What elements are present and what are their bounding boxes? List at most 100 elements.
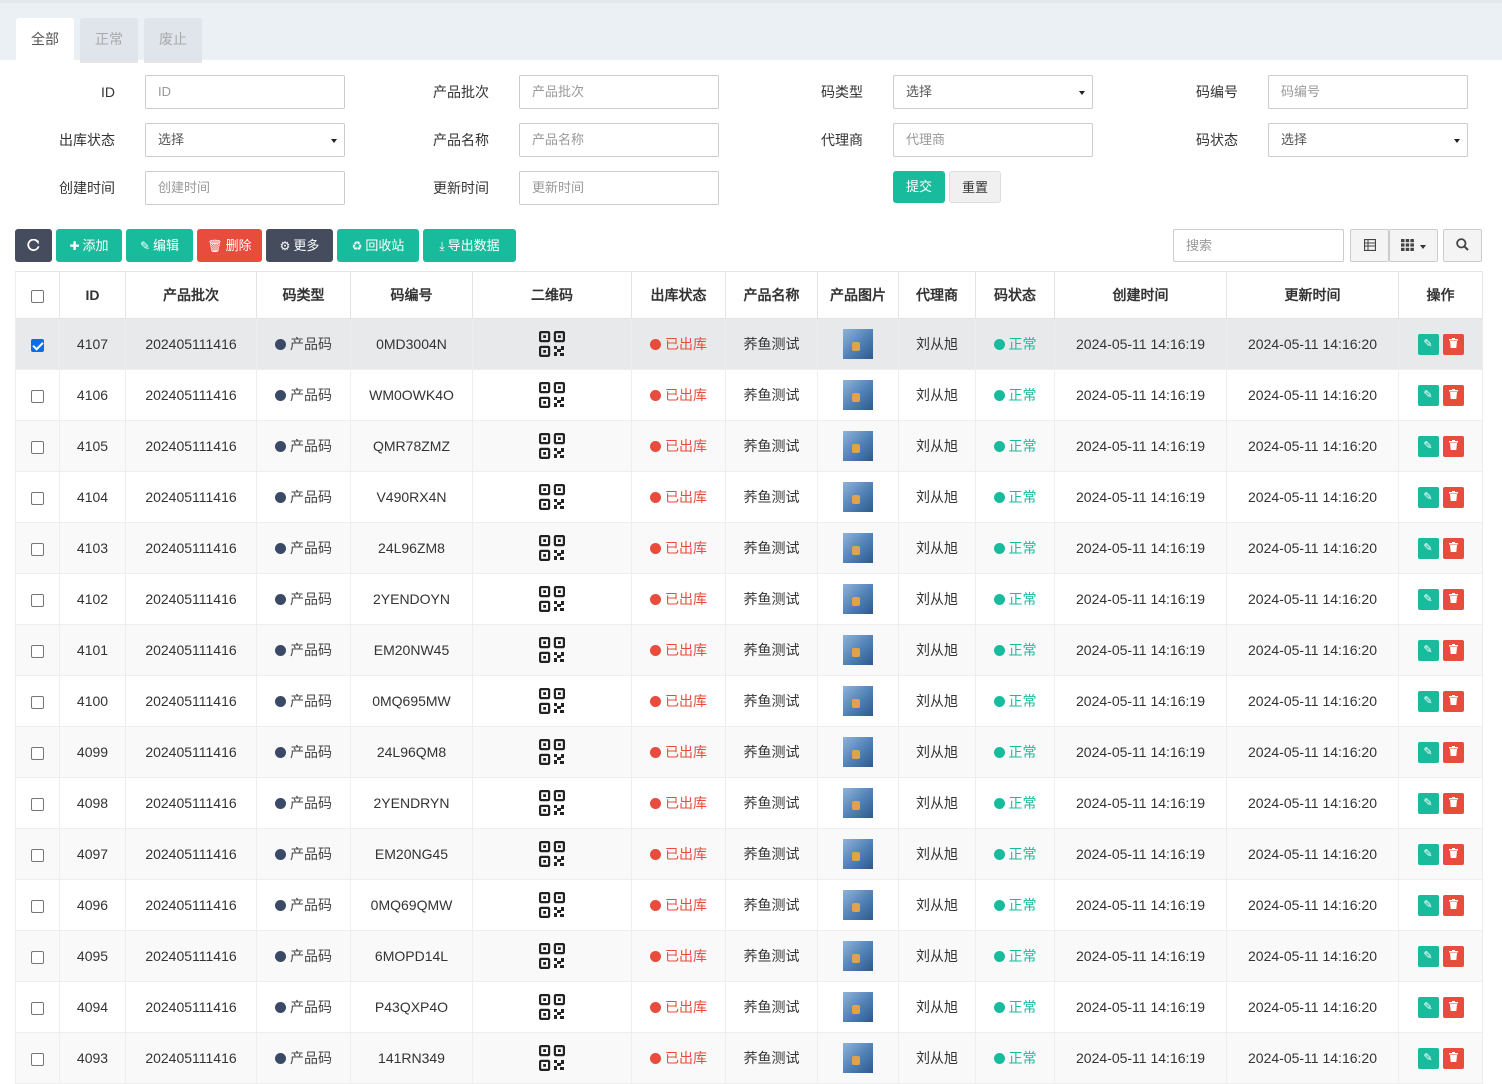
product-image-thumbnail[interactable]	[843, 380, 873, 410]
tab-abolished[interactable]: 废止	[144, 18, 202, 63]
select-all-cell[interactable]	[15, 271, 60, 319]
row-checkbox[interactable]	[31, 950, 44, 964]
col-header-agent[interactable]: 代理商	[898, 271, 976, 319]
row-select-cell[interactable]	[15, 522, 60, 574]
row-select-cell[interactable]	[15, 1032, 60, 1084]
cell-qrcode[interactable]	[472, 879, 632, 931]
table-row[interactable]: 4098 202405111416 产品码 2YENDRYN 已出库 荞鱼测试 刘从旭 正常 2…	[15, 777, 1483, 829]
cell-qrcode[interactable]	[472, 573, 632, 625]
row-delete-button[interactable]	[1442, 843, 1464, 865]
table-row[interactable]: 4105 202405111416 产品码 QMR78ZMZ 已出库 荞鱼测试 刘从旭 正常 2…	[15, 420, 1483, 472]
row-delete-button[interactable]	[1442, 996, 1464, 1018]
product-image-thumbnail[interactable]	[843, 992, 873, 1022]
cell-pimage[interactable]	[817, 777, 899, 829]
col-header-codetype[interactable]: 码类型	[256, 271, 351, 319]
cell-pimage[interactable]	[817, 369, 899, 421]
row-checkbox[interactable]	[31, 644, 44, 658]
row-select-cell[interactable]	[15, 420, 60, 472]
col-header-updated[interactable]: 更新时间	[1226, 271, 1399, 319]
row-edit-button[interactable]: ✎	[1417, 843, 1439, 865]
row-delete-button[interactable]	[1442, 588, 1464, 610]
product-image-thumbnail[interactable]	[843, 635, 873, 665]
row-checkbox[interactable]	[31, 746, 44, 760]
cell-qrcode[interactable]	[472, 726, 632, 778]
product-image-thumbnail[interactable]	[843, 329, 873, 359]
cell-pimage[interactable]	[817, 318, 899, 370]
table-row[interactable]: 4093 202405111416 产品码 141RN349 已出库 荞鱼测试 刘从旭 正常 2…	[15, 1032, 1483, 1084]
cell-pimage[interactable]	[817, 675, 899, 727]
cell-pimage[interactable]	[817, 879, 899, 931]
row-delete-button[interactable]	[1442, 333, 1464, 355]
add-button[interactable]: ✚ 添加	[56, 229, 122, 262]
product-image-thumbnail[interactable]	[843, 788, 873, 818]
row-select-cell[interactable]	[15, 879, 60, 931]
row-delete-button[interactable]	[1442, 639, 1464, 661]
col-header-codestatus[interactable]: 码状态	[975, 271, 1055, 319]
row-edit-button[interactable]: ✎	[1417, 894, 1439, 916]
table-row[interactable]: 4094 202405111416 产品码 P43QXP4O 已出库 荞鱼测试 刘从旭 正常 2…	[15, 981, 1483, 1033]
cell-pimage[interactable]	[817, 420, 899, 472]
codetype-select[interactable]: 选择	[893, 75, 1093, 109]
row-edit-button[interactable]: ✎	[1417, 792, 1439, 814]
col-header-id[interactable]: ID	[59, 271, 126, 319]
row-delete-button[interactable]	[1442, 690, 1464, 712]
cell-qrcode[interactable]	[472, 1032, 632, 1084]
product-image-thumbnail[interactable]	[843, 890, 873, 920]
cell-qrcode[interactable]	[472, 420, 632, 472]
product-image-thumbnail[interactable]	[843, 737, 873, 767]
row-select-cell[interactable]	[15, 573, 60, 625]
product-image-thumbnail[interactable]	[843, 533, 873, 563]
table-search-input[interactable]: 搜索	[1173, 229, 1344, 262]
select-all-checkbox[interactable]	[31, 289, 44, 303]
batch-field[interactable]: 产品批次	[519, 75, 719, 109]
row-select-cell[interactable]	[15, 930, 60, 982]
row-delete-button[interactable]	[1442, 384, 1464, 406]
table-row[interactable]: 4097 202405111416 产品码 EM20NG45 已出库 荞鱼测试 刘从旭 正常 2…	[15, 828, 1483, 880]
row-delete-button[interactable]	[1442, 945, 1464, 967]
row-checkbox[interactable]	[31, 389, 44, 403]
cell-qrcode[interactable]	[472, 522, 632, 574]
col-header-created[interactable]: 创建时间	[1054, 271, 1227, 319]
row-select-cell[interactable]	[15, 318, 60, 370]
cell-qrcode[interactable]	[472, 675, 632, 727]
table-row[interactable]: 4107 202405111416 产品码 0MD3004N 已出库 荞鱼测试 刘从旭 正常 2…	[15, 318, 1483, 370]
col-header-batch[interactable]: 产品批次	[125, 271, 257, 319]
row-select-cell[interactable]	[15, 471, 60, 523]
columns-dropdown-button[interactable]	[1389, 229, 1438, 262]
cell-pimage[interactable]	[817, 471, 899, 523]
row-select-cell[interactable]	[15, 726, 60, 778]
agent-field[interactable]: 代理商	[893, 123, 1093, 157]
refresh-button[interactable]	[15, 229, 52, 262]
delete-button[interactable]: 🗑 删除	[197, 229, 262, 262]
cell-qrcode[interactable]	[472, 828, 632, 880]
table-row[interactable]: 4099 202405111416 产品码 24L96QM8 已出库 荞鱼测试 刘从旭 正常 2…	[15, 726, 1483, 778]
row-edit-button[interactable]: ✎	[1417, 639, 1439, 661]
table-row[interactable]: 4095 202405111416 产品码 6MOPD14L 已出库 荞鱼测试 刘从旭 正常 2…	[15, 930, 1483, 982]
cell-pimage[interactable]	[817, 930, 899, 982]
outstatus-select[interactable]: 选择	[145, 123, 345, 157]
row-edit-button[interactable]: ✎	[1417, 690, 1439, 712]
row-edit-button[interactable]: ✎	[1417, 945, 1439, 967]
cell-pimage[interactable]	[817, 828, 899, 880]
product-image-thumbnail[interactable]	[843, 941, 873, 971]
product-image-thumbnail[interactable]	[843, 482, 873, 512]
cell-qrcode[interactable]	[472, 369, 632, 421]
row-select-cell[interactable]	[15, 624, 60, 676]
codestatus-select[interactable]: 选择	[1268, 123, 1468, 157]
product-image-thumbnail[interactable]	[843, 686, 873, 716]
table-row[interactable]: 4102 202405111416 产品码 2YENDOYN 已出库 荞鱼测试 刘从旭 正常 2…	[15, 573, 1483, 625]
tab-normal[interactable]: 正常	[80, 18, 138, 63]
table-row[interactable]: 4104 202405111416 产品码 V490RX4N 已出库 荞鱼测试 刘从旭 正常 2…	[15, 471, 1483, 523]
row-delete-button[interactable]	[1442, 435, 1464, 457]
cell-qrcode[interactable]	[472, 624, 632, 676]
row-delete-button[interactable]	[1442, 792, 1464, 814]
more-button[interactable]: ⚙ 更多	[266, 229, 333, 262]
ctime-field[interactable]: 创建时间	[145, 171, 345, 205]
cell-pimage[interactable]	[817, 624, 899, 676]
export-button[interactable]: ⤓ 导出数据	[423, 229, 516, 262]
row-checkbox[interactable]	[31, 695, 44, 709]
row-checkbox[interactable]	[31, 440, 44, 454]
row-delete-button[interactable]	[1442, 537, 1464, 559]
row-checkbox[interactable]	[31, 593, 44, 607]
product-image-thumbnail[interactable]	[843, 431, 873, 461]
